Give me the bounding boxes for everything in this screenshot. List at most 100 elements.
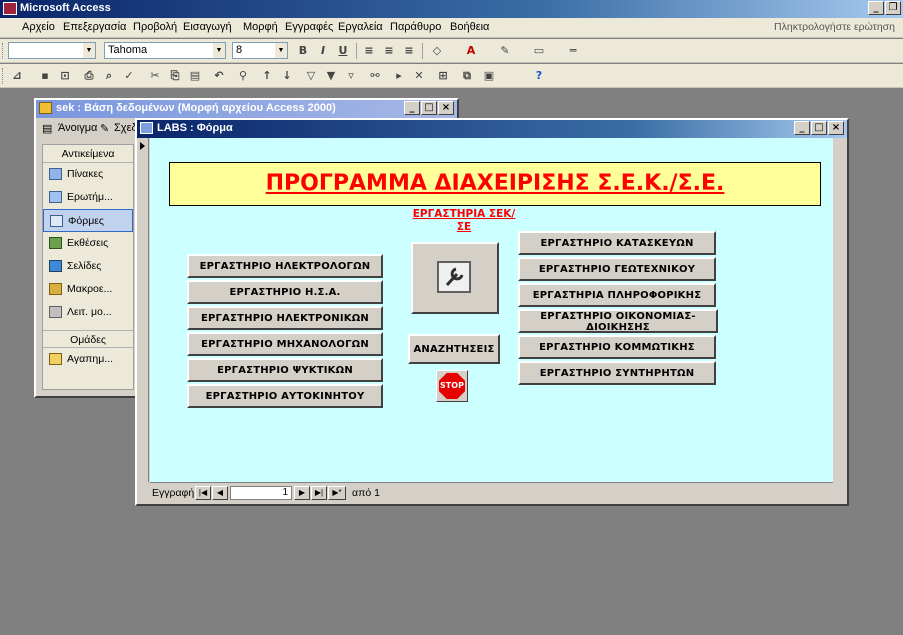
paste-icon[interactable]: ▤ xyxy=(186,67,204,85)
align-right-icon[interactable]: ≡ xyxy=(400,42,418,60)
menu-file[interactable]: Αρχείο xyxy=(22,21,55,33)
object-reports[interactable]: Εκθέσεις xyxy=(43,232,133,255)
menu-insert[interactable]: Εισαγωγή xyxy=(183,21,232,33)
menu-edit[interactable]: Επεξεργασία xyxy=(63,21,126,33)
toolbar-grip[interactable] xyxy=(2,43,5,59)
electricians-lab-button[interactable]: ΕΡΓΑΣΤΗΡΙΟ ΗΛΕΚΤΡΟΛΟΓΩΝ xyxy=(187,254,383,278)
form-close-button[interactable]: × xyxy=(828,121,844,135)
informatics-lab-button[interactable]: ΕΡΓΑΣΤΗΡΙΑ ΠΛΗΡΟΦΟΡΙΚΗΣ xyxy=(518,283,716,307)
border-width-icon[interactable]: ▭ xyxy=(530,42,548,60)
app-minimize-button[interactable]: _ xyxy=(868,1,884,15)
open-icon[interactable]: ▤ xyxy=(42,122,52,135)
object-queries[interactable]: Ερωτήμ... xyxy=(43,186,133,209)
align-center-icon[interactable]: ≡ xyxy=(380,42,398,60)
open-button[interactable]: Άνοιγμα xyxy=(58,122,97,134)
new-record-icon[interactable]: ▸ xyxy=(390,67,408,85)
menu-help[interactable]: Βοήθεια xyxy=(450,21,489,33)
economics-admin-lab-button[interactable]: ΕΡΓΑΣΤΗΡΙΟ ΟΙΚΟΝΟΜΙΑΣ-ΔΙΟΙΚΗΣΗΣ xyxy=(518,309,718,333)
menu-format[interactable]: Μορφή xyxy=(243,21,278,33)
mechanical-lab-button[interactable]: ΕΡΓΑΣΤΗΡΙΟ ΜΗΧΑΝΟΛΟΓΩΝ xyxy=(187,332,383,356)
file-search-icon[interactable]: ⊡ xyxy=(56,67,74,85)
underline-icon[interactable]: U xyxy=(334,42,352,60)
special-effect-icon[interactable]: ═ xyxy=(564,42,582,60)
object-forms[interactable]: Φόρμες xyxy=(43,209,133,232)
bold-icon[interactable]: B xyxy=(294,42,312,60)
form-minimize-button[interactable]: _ xyxy=(794,121,810,135)
electronics-lab-button[interactable]: ΕΡΓΑΣΤΗΡΙΟ ΗΛΕΚΤΡΟΝΙΚΩΝ xyxy=(187,306,383,330)
refrigeration-lab-button[interactable]: ΕΡΓΑΣΤΗΡΙΟ ΨΥΚΤΙΚΩΝ xyxy=(187,358,383,382)
object-macros[interactable]: Μακροε... xyxy=(43,278,133,301)
database-window-icon[interactable]: ⧉ xyxy=(458,67,476,85)
chevron-down-icon[interactable]: ▼ xyxy=(83,43,95,58)
find-icon[interactable]: ⚯ xyxy=(366,67,384,85)
chevron-down-icon[interactable]: ▼ xyxy=(275,43,287,58)
app-restore-button[interactable]: ❐ xyxy=(885,1,901,15)
construction-lab-button[interactable]: ΕΡΓΑΣΤΗΡΙΟ ΚΑΤΑΣΚΕΥΩΝ xyxy=(518,231,716,255)
copy-icon[interactable]: ⎘ xyxy=(166,67,184,85)
save-icon[interactable]: ▪ xyxy=(36,67,54,85)
properties-icon[interactable]: ⊞ xyxy=(434,67,452,85)
object-tables[interactable]: Πίνακες xyxy=(43,163,133,186)
geotechnical-lab-button[interactable]: ΕΡΓΑΣΤΗΡΙΟ ΓΕΩΤΕΧΝΙΚΟΥ xyxy=(518,257,716,281)
italic-icon[interactable]: I xyxy=(314,42,332,60)
db-minimize-button[interactable]: _ xyxy=(404,101,420,115)
groups-header[interactable]: Ομάδες xyxy=(43,330,133,348)
group-favorites[interactable]: Αγαπημ... xyxy=(43,348,133,371)
hairdressing-lab-button[interactable]: ΕΡΓΑΣΤΗΡΙΟ ΚΟΜΜΩΤΙΚΗΣ xyxy=(518,335,716,359)
formatting-toolbar: ▼ Tahoma ▼ 8 ▼ B I U ≡ ≡ ≡ ◇ A ✎ ▭ ═ xyxy=(0,39,903,63)
labs-launch-button[interactable] xyxy=(411,242,499,314)
form-maximize-button[interactable]: □ xyxy=(811,121,827,135)
help-question-box[interactable]: Πληκτρολογήστε ερώτηση xyxy=(774,21,895,33)
conservators-lab-button[interactable]: ΕΡΓΑΣΤΗΡΙΟ ΣΥΝΤΗΡΗΤΩΝ xyxy=(518,361,716,385)
help-icon[interactable]: ? xyxy=(530,67,548,85)
object-combo[interactable]: ▼ xyxy=(8,42,96,59)
searches-button[interactable]: ΑΝΑΖΗΤΗΣΕΙΣ xyxy=(408,334,500,364)
font-size-combo[interactable]: 8 ▼ xyxy=(232,42,288,59)
filter-by-selection-icon[interactable]: ▽ xyxy=(302,67,320,85)
view-icon[interactable]: ⊿ xyxy=(8,67,26,85)
menu-window[interactable]: Παράθυρο xyxy=(390,21,441,33)
first-record-button[interactable]: |◀ xyxy=(195,486,211,500)
favorites-folder-icon xyxy=(49,353,62,365)
labs-form-window: LABS : Φόρμα _ □ × ΠΡΟΓΡΑΜΜΑ ΔΙΑΧΕΙΡΙΣΗΣ… xyxy=(135,118,849,506)
automotive-lab-button[interactable]: ΕΡΓΑΣΤΗΡΙΟ ΑΥΤΟΚΙΝΗΤΟΥ xyxy=(187,384,383,408)
next-record-button[interactable]: ▶ xyxy=(294,486,310,500)
align-left-icon[interactable]: ≡ xyxy=(360,42,378,60)
toolbar-grip[interactable] xyxy=(2,68,5,84)
report-icon xyxy=(49,237,62,249)
print-icon[interactable]: ⎙ xyxy=(80,67,98,85)
line-color-icon[interactable]: ✎ xyxy=(496,42,514,60)
menu-tools[interactable]: Εργαλεία xyxy=(338,21,383,33)
db-maximize-button[interactable]: □ xyxy=(421,101,437,115)
current-record-field[interactable]: 1 xyxy=(230,486,292,500)
menu-view[interactable]: Προβολή xyxy=(133,21,177,33)
font-combo[interactable]: Tahoma ▼ xyxy=(104,42,226,59)
apply-filter-icon[interactable]: ▿ xyxy=(342,67,360,85)
undo-icon[interactable]: ↶ xyxy=(210,67,228,85)
chevron-down-icon[interactable]: ▼ xyxy=(213,43,225,58)
record-selector[interactable] xyxy=(137,138,149,482)
hsa-lab-button[interactable]: ΕΡΓΑΣΤΗΡΙΟ Η.Σ.Α. xyxy=(187,280,383,304)
db-close-button[interactable]: × xyxy=(438,101,454,115)
new-record-nav-button[interactable]: ▶* xyxy=(328,486,346,500)
sort-ascending-icon[interactable]: ↑ xyxy=(258,67,276,85)
previous-record-button[interactable]: ◀ xyxy=(212,486,228,500)
spelling-icon[interactable]: ✓ xyxy=(120,67,138,85)
stop-button[interactable]: STOP xyxy=(436,370,468,402)
last-record-button[interactable]: ▶| xyxy=(311,486,327,500)
delete-record-icon[interactable]: ✕ xyxy=(410,67,428,85)
insert-hyperlink-icon[interactable]: ⚲ xyxy=(234,67,252,85)
print-preview-icon[interactable]: ⌕ xyxy=(100,67,118,85)
object-pages[interactable]: Σελίδες xyxy=(43,255,133,278)
filter-by-form-icon[interactable]: ▼ xyxy=(322,67,340,85)
app-title: Microsoft Access xyxy=(20,2,111,14)
objects-header[interactable]: Αντικείμενα xyxy=(43,145,133,163)
cut-icon[interactable]: ✂ xyxy=(146,67,164,85)
new-object-icon[interactable]: ▣ xyxy=(480,67,498,85)
fill-color-icon[interactable]: ◇ xyxy=(428,42,446,60)
font-color-icon[interactable]: A xyxy=(462,42,480,60)
object-modules[interactable]: Λειτ. μο... xyxy=(43,301,133,324)
design-icon[interactable]: ✎ xyxy=(100,122,109,135)
menu-records[interactable]: Εγγραφές xyxy=(285,21,333,33)
sort-descending-icon[interactable]: ↓ xyxy=(278,67,296,85)
